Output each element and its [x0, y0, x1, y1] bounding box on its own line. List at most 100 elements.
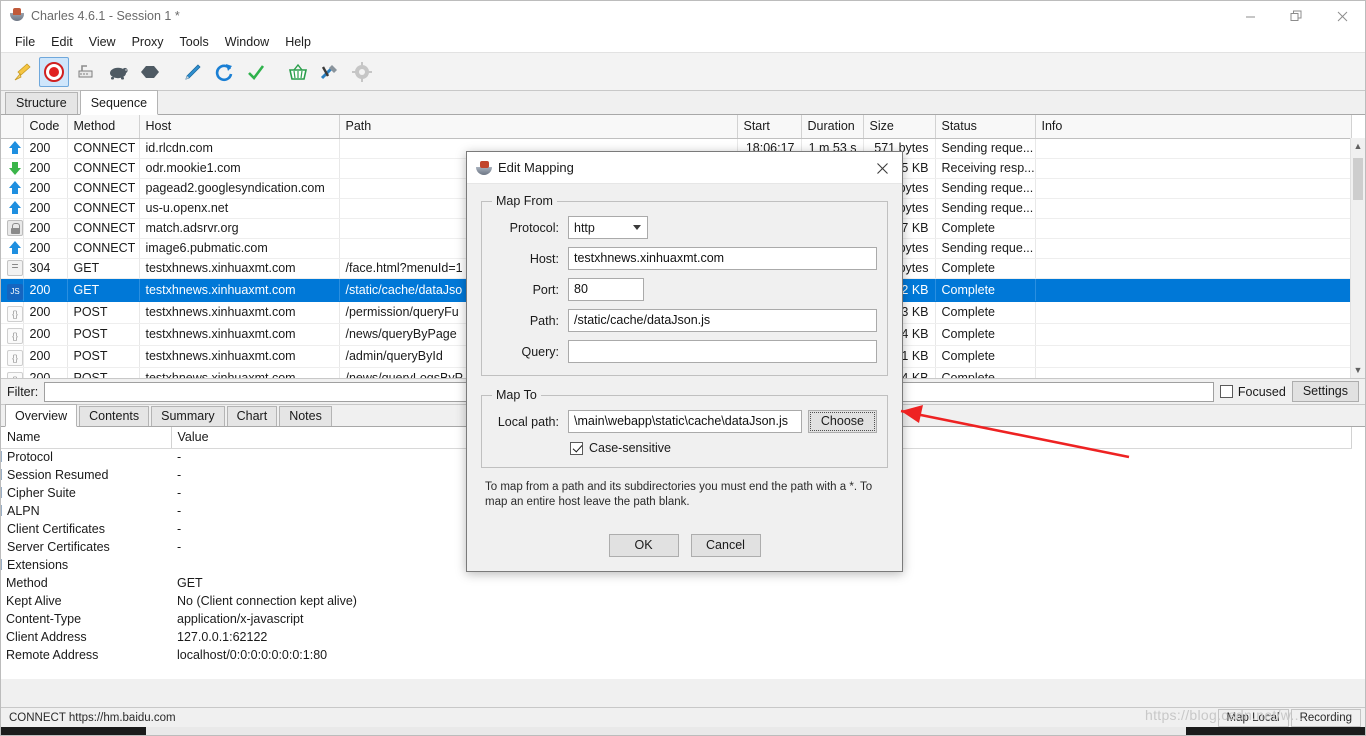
tab-chart[interactable]: Chart: [226, 406, 278, 426]
checkmark-icon[interactable]: [241, 57, 271, 87]
view-tabs: Structure Sequence: [1, 90, 1365, 115]
col-info[interactable]: Info: [1035, 115, 1352, 139]
menu-help[interactable]: Help: [277, 33, 319, 51]
port-input[interactable]: 80: [568, 278, 644, 301]
detail-name-text: Extensions: [7, 558, 69, 572]
col-path[interactable]: Path: [339, 115, 738, 139]
focused-checkbox[interactable]: Focused: [1219, 384, 1286, 399]
record-icon[interactable]: [39, 56, 69, 87]
detail-row[interactable]: Method GET: [1, 574, 1352, 592]
cell-info: [1035, 238, 1352, 259]
menu-file[interactable]: File: [7, 33, 43, 51]
plug-icon[interactable]: [71, 57, 101, 87]
col-start[interactable]: Start: [737, 115, 802, 139]
local-path-input[interactable]: \main\webapp\static\cache\dataJson.js: [568, 410, 802, 433]
arrow-down-icon: [7, 160, 22, 176]
menu-tools[interactable]: Tools: [172, 33, 217, 51]
col-size[interactable]: Size: [863, 115, 936, 139]
tab-contents[interactable]: Contents: [79, 406, 150, 426]
broom-icon[interactable]: [7, 57, 37, 87]
detail-col-name[interactable]: Name: [1, 427, 172, 449]
refresh-icon[interactable]: [209, 57, 239, 87]
menu-view[interactable]: View: [81, 33, 124, 51]
status-map-local[interactable]: Map Local: [1217, 708, 1289, 727]
detail-row[interactable]: Kept Alive No (Client connection kept ali…: [1, 592, 1352, 610]
menu-window[interactable]: Window: [217, 33, 277, 51]
col-duration[interactable]: Duration: [801, 115, 864, 139]
expand-icon[interactable]: [1, 559, 2, 570]
focused-checkbox-box[interactable]: [1219, 385, 1233, 398]
col-method[interactable]: Method: [67, 115, 140, 139]
menu-bar: File Edit View Proxy Tools Window Help: [1, 31, 1365, 53]
choose-button[interactable]: Choose: [807, 410, 877, 433]
tab-notes[interactable]: Notes: [279, 406, 332, 426]
wrench-icon[interactable]: [315, 57, 345, 87]
col-code[interactable]: Code: [23, 115, 68, 139]
doc-icon: [7, 259, 22, 276]
detail-name-text: Method: [6, 576, 48, 590]
cell-method: CONNECT: [67, 158, 140, 179]
dialog-title: Edit Mapping: [498, 160, 574, 175]
pen-icon[interactable]: [177, 57, 207, 87]
query-input[interactable]: [568, 340, 877, 363]
case-sensitive-checkbox[interactable]: [570, 441, 583, 455]
close-icon[interactable]: [862, 152, 902, 184]
cell-host: odr.mookie1.com: [139, 158, 340, 179]
arrow-up-icon: [1, 198, 24, 219]
turtle-icon[interactable]: [103, 57, 133, 87]
detail-name-text: ALPN: [7, 504, 40, 518]
tab-structure[interactable]: Structure: [5, 92, 78, 114]
protocol-select[interactable]: http: [568, 216, 648, 239]
cancel-button[interactable]: Cancel: [690, 534, 761, 557]
cell-code: 200: [23, 178, 68, 199]
cell-info: [1035, 301, 1352, 324]
close-icon[interactable]: [1319, 1, 1365, 31]
expand-icon[interactable]: [1, 469, 2, 480]
cell-info: [1035, 367, 1352, 378]
query-row: Query:: [492, 340, 877, 363]
status-recording[interactable]: Recording: [1290, 708, 1361, 727]
scroll-thumb[interactable]: [1353, 158, 1363, 200]
js-icon: [1, 278, 24, 302]
cell-host: testxhnews.xinhuaxmt.com: [139, 323, 340, 346]
path-row: Path: /static/cache/dataJson.js: [492, 309, 877, 332]
focused-label: Focused: [1237, 384, 1286, 399]
map-from-group: Map From Protocol: http Host: testxhnews…: [481, 194, 888, 376]
query-label: Query:: [521, 344, 559, 359]
col-icon[interactable]: [1, 115, 24, 139]
request-table-scrollbar[interactable]: ▲ ▼: [1350, 138, 1365, 378]
host-input[interactable]: testxhnews.xinhuaxmt.com: [568, 247, 877, 270]
detail-row[interactable]: Content-Type application/x-javascript: [1, 610, 1352, 628]
col-status[interactable]: Status: [935, 115, 1036, 139]
gear-icon[interactable]: [347, 57, 377, 87]
cell-method: CONNECT: [67, 138, 140, 159]
path-input[interactable]: /static/cache/dataJson.js: [568, 309, 877, 332]
cell-code: 200: [23, 345, 68, 368]
minimize-icon[interactable]: [1227, 1, 1273, 31]
detail-row-name: Cipher Suite: [1, 484, 171, 502]
scroll-down-icon[interactable]: ▼: [1351, 362, 1365, 378]
tab-summary[interactable]: Summary: [151, 406, 225, 426]
maximize-icon[interactable]: [1273, 1, 1319, 31]
json-icon: [7, 371, 22, 378]
expand-icon[interactable]: [1, 451, 2, 463]
menu-proxy[interactable]: Proxy: [124, 33, 172, 51]
detail-row-value: 127.0.0.1:62122: [177, 630, 268, 644]
hexagon-icon[interactable]: [135, 57, 165, 87]
charles-window: Charles 4.6.1 - Session 1 * File Edit Vi…: [0, 0, 1366, 736]
basket-icon[interactable]: [283, 57, 313, 87]
detail-row[interactable]: Client Address 127.0.0.1:62122: [1, 628, 1352, 646]
tab-overview[interactable]: Overview: [5, 404, 78, 427]
tab-sequence[interactable]: Sequence: [79, 90, 159, 115]
expand-icon[interactable]: [1, 487, 2, 498]
settings-button[interactable]: Settings: [1291, 381, 1359, 402]
expand-icon[interactable]: [1, 505, 2, 516]
protocol-value: http: [574, 220, 595, 235]
col-host[interactable]: Host: [139, 115, 340, 139]
ok-button[interactable]: OK: [608, 534, 679, 557]
detail-row[interactable]: Remote Address localhost/0:0:0:0:0:0:0:1:…: [1, 646, 1352, 664]
scroll-up-icon[interactable]: ▲: [1351, 138, 1365, 154]
menu-edit[interactable]: Edit: [43, 33, 81, 51]
cell-code: 200: [23, 323, 68, 346]
cell-info: [1035, 158, 1352, 179]
